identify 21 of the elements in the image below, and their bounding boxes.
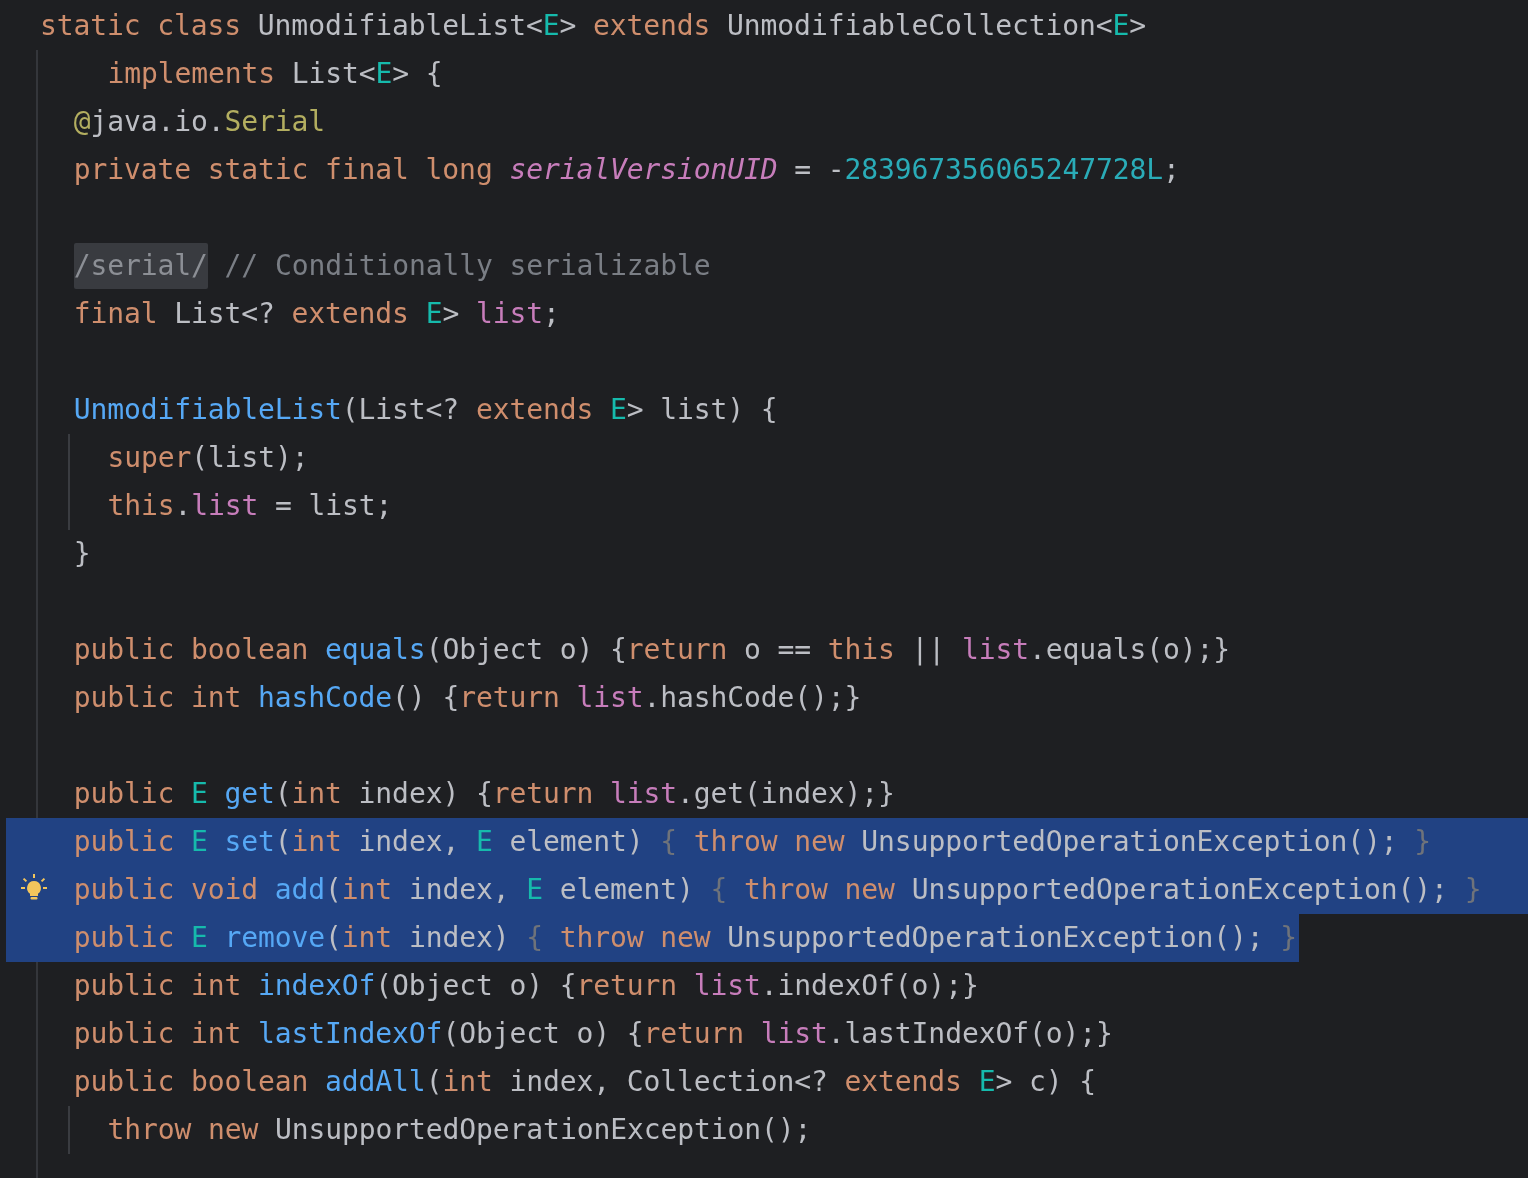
code-line: private static final long serialVersionUID = -283967356065247728L; (73, 152, 1180, 188)
code-line: final List<? extends E> list; (73, 296, 560, 332)
code-line: @java.io.Serial (73, 104, 326, 140)
inlay-hint: /serial/ (73, 243, 208, 289)
code-line: public int lastIndexOf(Object o) {return list.lastIndexOf(o);} (73, 1016, 1113, 1052)
code-line: } (73, 536, 91, 572)
code-line: public boolean addAll(int index, Collection<? extends E> c) { (73, 1064, 1096, 1100)
code-line: UnmodifiableList(List<? extends E> list) { (73, 392, 778, 428)
code-line: public int indexOf(Object o) {return list.indexOf(o);} (73, 968, 979, 1004)
code-line: public void add(int index, E element) { throw new UnsupportedOperationException(); } (73, 872, 1482, 908)
code-comment: // Conditionally serializable (224, 248, 711, 284)
code-line: throw new UnsupportedOperationException(); (107, 1112, 812, 1148)
code-line: public int hashCode() {return list.hashCode();} (73, 680, 862, 716)
code-line: static class UnmodifiableList<E> extends UnmodifiableCollection<E> (40, 8, 1147, 44)
code-line: public E set(int index, E element) { throw new UnsupportedOperationException(); } (73, 824, 1432, 860)
code-line: public boolean equals(Object o) {return o == this || list.equals(o);} (73, 632, 1230, 668)
code-line: implements List<E> { (107, 56, 443, 92)
code-line: super(list); (107, 440, 309, 476)
code-line: public E get(int index) {return list.get(index);} (73, 776, 895, 812)
code-line: this.list = list; (107, 488, 393, 524)
code-line: public E remove(int index) { throw new UnsupportedOperationException(); } (73, 920, 1298, 956)
